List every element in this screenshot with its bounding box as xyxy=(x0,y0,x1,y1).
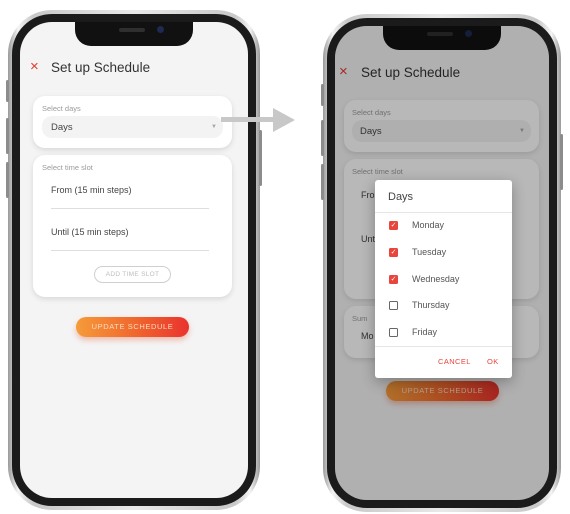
arrow-shaft xyxy=(221,117,273,122)
arrow-head xyxy=(273,108,295,132)
days-dropdown[interactable]: Days ▼ xyxy=(42,116,223,138)
phone-side-button xyxy=(6,162,9,198)
time-slot-label: Select time slot xyxy=(42,163,93,172)
until-field-underline xyxy=(51,250,209,251)
days-dialog: Days ✓ Monday ✓ Tuesday ✓ Wednesday Thur… xyxy=(375,180,512,378)
day-option-monday[interactable]: ✓ Monday xyxy=(389,216,499,236)
day-option-wednesday[interactable]: ✓ Wednesday xyxy=(389,270,499,290)
left-phone-frame: × Set up Schedule Select days Days ▼ Sel… xyxy=(6,10,262,510)
day-label: Thursday xyxy=(412,300,450,310)
day-label: Monday xyxy=(412,220,445,230)
phone-side-button xyxy=(6,118,9,154)
dialog-divider xyxy=(375,212,512,213)
phone-side-button xyxy=(560,134,563,190)
select-days-card: Select days Days ▼ xyxy=(33,96,232,148)
day-option-tuesday[interactable]: ✓ Tuesday xyxy=(389,243,499,263)
right-screen: × Set up Schedule Select days Days ▼ Sel… xyxy=(335,26,549,500)
checkbox-checked[interactable]: ✓ xyxy=(389,248,398,257)
select-days-label: Select days xyxy=(42,104,81,113)
close-icon[interactable]: × xyxy=(30,59,39,74)
page-title: Set up Schedule xyxy=(51,60,151,75)
day-option-thursday[interactable]: Thursday xyxy=(389,296,499,316)
until-time-field[interactable]: Until (15 min steps) xyxy=(51,227,129,237)
phone-side-button xyxy=(259,130,262,186)
day-label: Wednesday xyxy=(412,274,460,284)
phone-bezel: × Set up Schedule Select days Days ▼ Sel… xyxy=(327,18,557,508)
camera-icon xyxy=(157,26,164,33)
right-phone-frame: × Set up Schedule Select days Days ▼ Sel… xyxy=(321,14,563,512)
add-time-slot-button[interactable]: ADD TIME SLOT xyxy=(94,266,171,283)
day-label: Friday xyxy=(412,327,438,337)
checkbox-unchecked[interactable] xyxy=(389,301,398,310)
checkbox-checked[interactable]: ✓ xyxy=(389,275,398,284)
phone-side-button xyxy=(321,120,324,156)
dialog-title: Days xyxy=(388,191,414,203)
phone-side-button xyxy=(321,164,324,200)
update-schedule-button[interactable]: UPDATE SCHEDULE xyxy=(76,317,189,337)
checkbox-checked[interactable]: ✓ xyxy=(389,221,398,230)
days-dropdown-value: Days xyxy=(51,122,73,133)
time-slot-card: Select time slot From (15 min steps) Unt… xyxy=(33,155,232,297)
ok-button[interactable]: OK xyxy=(487,357,499,366)
phone-bezel: × Set up Schedule Select days Days ▼ Sel… xyxy=(12,14,256,506)
day-label: Tuesday xyxy=(412,247,447,257)
from-time-field[interactable]: From (15 min steps) xyxy=(51,185,132,195)
phone-notch xyxy=(75,22,193,46)
phone-side-button xyxy=(321,84,324,106)
phone-side-button xyxy=(6,80,9,102)
cancel-button[interactable]: CANCEL xyxy=(438,357,471,366)
day-option-friday[interactable]: Friday xyxy=(389,323,499,343)
left-screen: × Set up Schedule Select days Days ▼ Sel… xyxy=(20,22,248,498)
speaker-grille xyxy=(119,28,145,32)
checkbox-unchecked[interactable] xyxy=(389,328,398,337)
chevron-down-icon: ▼ xyxy=(211,124,217,130)
from-field-underline xyxy=(51,208,209,209)
dialog-divider xyxy=(375,346,512,347)
